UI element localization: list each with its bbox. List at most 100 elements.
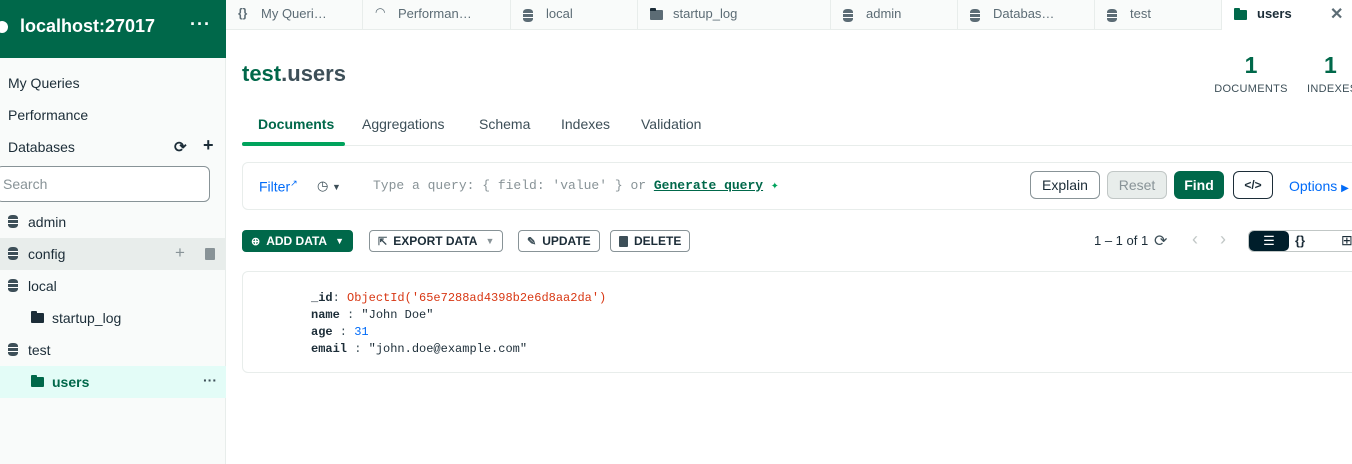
chevron-down-icon: ▼: [485, 236, 495, 246]
table-view-icon[interactable]: ⊞: [1341, 232, 1352, 249]
field-key: _id: [311, 291, 333, 305]
tab-validation[interactable]: Validation: [641, 116, 701, 132]
database-icon: [8, 215, 18, 228]
indexes-count: 1: [1324, 52, 1337, 78]
tree-item-label: test: [28, 342, 51, 358]
query-history-button[interactable]: ◷ ▼: [317, 178, 341, 194]
tab-indexes[interactable]: Indexes: [561, 116, 610, 132]
active-tab-underline: [242, 142, 345, 146]
field-key: email: [311, 342, 348, 356]
field-key: age: [311, 325, 333, 339]
nav-my-queries[interactable]: My Queries: [8, 75, 80, 91]
tab-startup-log[interactable]: startup_log: [638, 0, 831, 30]
tree-item-local[interactable]: local: [0, 270, 226, 302]
delete-button[interactable]: DELETE: [610, 230, 691, 252]
tab-aggregations[interactable]: Aggregations: [362, 116, 445, 132]
documents-stat: 1 DOCUMENTS: [1214, 52, 1288, 95]
tab-admin[interactable]: admin: [831, 0, 958, 30]
document-field: email : "john.doe@example.com": [311, 342, 528, 356]
list-view-icon[interactable]: ☰: [1249, 231, 1289, 251]
tab-performance[interactable]: ◠ Performan…: [363, 0, 511, 30]
update-label: UPDATE: [542, 234, 591, 248]
tab-my-queries[interactable]: {} My Queri…: [226, 0, 363, 30]
json-view-icon[interactable]: {}: [1295, 233, 1305, 248]
documents-label: DOCUMENTS: [1214, 83, 1288, 95]
tree-item-startup-log[interactable]: startup_log: [0, 302, 226, 334]
add-data-label: ADD DATA: [266, 234, 328, 248]
tab-documents[interactable]: Documents: [258, 116, 334, 132]
refresh-icon[interactable]: ⟳: [1154, 231, 1167, 251]
tab-databases[interactable]: Databas…: [958, 0, 1095, 30]
filter-link[interactable]: Filter↗: [259, 178, 298, 195]
tree-item-label: config: [28, 246, 66, 262]
database-icon: [1107, 9, 1117, 22]
query-input[interactable]: Type a query: { field: 'value' } or Gene…: [373, 178, 779, 193]
database-icon: [843, 9, 853, 22]
field-key: name: [311, 308, 340, 322]
tab-test[interactable]: test: [1095, 0, 1222, 30]
clock-icon: ◷: [317, 178, 329, 193]
close-tab-icon[interactable]: ✕: [1330, 4, 1343, 24]
tree-item-config[interactable]: config +: [0, 238, 226, 270]
create-collection-icon[interactable]: +: [175, 243, 185, 263]
tree-item-admin[interactable]: admin: [0, 206, 226, 238]
connection-status-dot: [0, 21, 8, 33]
tab-label: users: [1257, 6, 1292, 21]
documents-count: 1: [1244, 52, 1258, 78]
export-data-button[interactable]: ⇱ EXPORT DATA ▼: [369, 230, 504, 252]
connection-more-button[interactable]: ···: [190, 14, 211, 35]
tab-label: admin: [866, 6, 902, 21]
collection-subtabs: Documents Aggregations Schema Indexes Va…: [242, 105, 1352, 146]
field-value: "John Doe": [361, 308, 434, 322]
collection-more-button[interactable]: ···: [203, 372, 217, 388]
add-data-button[interactable]: ⊕ ADD DATA ▼: [242, 230, 354, 252]
pagination-text: 1 – 1 of 1: [1094, 233, 1149, 248]
refresh-databases-icon[interactable]: ⟳: [174, 138, 187, 156]
next-page-icon[interactable]: ›: [1220, 229, 1226, 250]
tree-item-label: local: [28, 278, 57, 294]
reset-button[interactable]: Reset: [1107, 171, 1167, 199]
view-switcher: ☰ {} ⊞: [1248, 230, 1352, 252]
tab-label: Performan…: [398, 6, 472, 21]
document-field: name : "John Doe": [311, 308, 434, 322]
update-button[interactable]: ✎ UPDATE: [518, 230, 600, 252]
database-icon: [970, 9, 980, 22]
document-card[interactable]: _id: ObjectId('65e7288ad4398b2e6d8aa2da'…: [242, 271, 1352, 373]
tab-local[interactable]: local: [511, 0, 638, 30]
tree-item-label: startup_log: [52, 310, 122, 326]
find-button[interactable]: Find: [1174, 171, 1224, 199]
export-code-button[interactable]: </>: [1233, 171, 1273, 199]
search-input[interactable]: [0, 166, 210, 202]
tab-label: Databas…: [993, 6, 1055, 21]
options-toggle[interactable]: Options ▶: [1289, 178, 1349, 194]
folder-icon: [31, 311, 44, 323]
tree-item-test[interactable]: test: [0, 334, 226, 366]
tab-label: test: [1130, 6, 1151, 21]
query-bar: Filter↗ ◷ ▼ Type a query: { field: 'valu…: [242, 162, 1352, 210]
nav-performance[interactable]: Performance: [8, 107, 88, 123]
generate-query-link[interactable]: Generate query: [654, 178, 763, 193]
chevron-down-icon: ▼: [335, 236, 345, 246]
document-field: _id: ObjectId('65e7288ad4398b2e6d8aa2da'…: [311, 291, 607, 305]
tab-schema[interactable]: Schema: [479, 116, 530, 132]
connection-header[interactable]: localhost:27017 ···: [0, 0, 226, 58]
indexes-label: INDEXES: [1307, 83, 1352, 95]
tab-users[interactable]: users ✕: [1222, 0, 1352, 30]
document-field: age : 31: [311, 325, 369, 339]
drop-database-icon[interactable]: [205, 248, 215, 260]
export-data-label: EXPORT DATA: [393, 234, 478, 248]
query-placeholder: Type a query: { field: 'value' } or: [373, 178, 647, 193]
nav-databases[interactable]: Databases: [8, 139, 75, 155]
performance-icon: ◠: [375, 5, 386, 19]
tree-item-users[interactable]: users ···: [0, 366, 226, 398]
prev-page-icon[interactable]: ‹: [1192, 229, 1198, 250]
database-icon: [8, 343, 18, 356]
explain-button[interactable]: Explain: [1030, 171, 1100, 199]
chevron-down-icon: ▼: [331, 182, 341, 192]
folder-icon: [1234, 8, 1247, 20]
sparkle-icon: ✦: [770, 178, 779, 193]
options-label: Options: [1289, 178, 1338, 194]
braces-icon: {}: [238, 6, 248, 20]
namespace-collection: users: [287, 61, 346, 86]
create-database-icon[interactable]: +: [203, 135, 214, 156]
